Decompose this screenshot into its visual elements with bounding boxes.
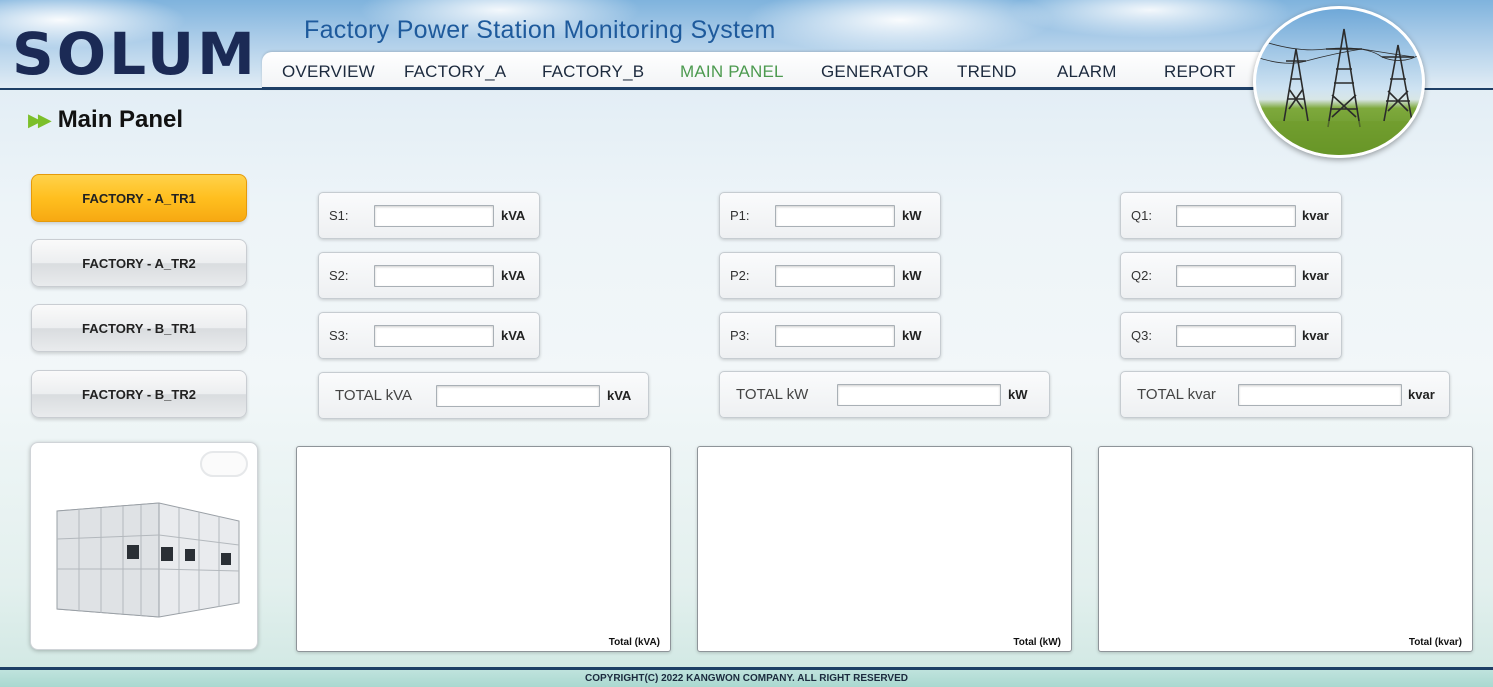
nav-report[interactable]: REPORT [1164, 62, 1236, 82]
s3-box: S3: kVA [318, 312, 540, 359]
s3-label: S3: [329, 328, 349, 343]
total-kw-chart-caption: Total (kW) [1013, 637, 1061, 648]
p1-box: P1: kW [719, 192, 941, 239]
nav-factory-a[interactable]: FACTORY_A [404, 62, 506, 82]
s1-box: S1: kVA [318, 192, 540, 239]
transformer-button-b-tr2[interactable]: FACTORY - B_TR2 [31, 370, 247, 418]
total-kva-field[interactable] [436, 385, 600, 407]
s2-label: S2: [329, 268, 349, 283]
total-kw-label: TOTAL kW [736, 386, 809, 403]
q3-field[interactable] [1176, 325, 1296, 347]
p2-field[interactable] [775, 265, 895, 287]
footer-copyright: COPYRIGHT(C) 2022 KANGWON COMPANY. ALL R… [0, 670, 1493, 687]
p3-unit: kW [902, 328, 922, 343]
power-tower-image [1253, 6, 1425, 158]
total-kvar-field[interactable] [1238, 384, 1402, 406]
s2-box: S2: kVA [318, 252, 540, 299]
switchgear-image-card [30, 442, 258, 650]
p1-field[interactable] [775, 205, 895, 227]
total-kva-box: TOTAL kVA kVA [318, 372, 649, 419]
s1-unit: kVA [501, 208, 526, 223]
total-kw-field[interactable] [837, 384, 1001, 406]
page-title: Main Panel [57, 106, 184, 133]
s1-field[interactable] [374, 205, 494, 227]
p3-field[interactable] [775, 325, 895, 347]
total-kvar-label: TOTAL kvar [1137, 386, 1216, 403]
total-kvar-box: TOTAL kvar kvar [1120, 371, 1450, 418]
transformer-button-a-tr2[interactable]: FACTORY - A_TR2 [31, 239, 247, 287]
nav-generator[interactable]: GENERATOR [821, 62, 929, 82]
p2-box: P2: kW [719, 252, 941, 299]
p3-box: P3: kW [719, 312, 941, 359]
q2-field[interactable] [1176, 265, 1296, 287]
total-kvar-chart-caption: Total (kvar) [1408, 637, 1462, 648]
q2-box: Q2: kvar [1120, 252, 1342, 299]
nav-factory-b[interactable]: FACTORY_B [542, 62, 644, 82]
total-kw-chart: Total (kW) [697, 446, 1072, 652]
p1-unit: kW [902, 208, 922, 223]
p3-label: P3: [730, 328, 750, 343]
nav-trend[interactable]: TREND [957, 62, 1017, 82]
solum-logo: SOLUM [12, 20, 258, 88]
s2-field[interactable] [374, 265, 494, 287]
total-kva-label: TOTAL kVA [335, 387, 412, 404]
q2-unit: kvar [1302, 268, 1329, 283]
app-title: Factory Power Station Monitoring System [304, 16, 776, 44]
nav-overview[interactable]: OVERVIEW [282, 62, 375, 82]
q1-box: Q1: kvar [1120, 192, 1342, 239]
s1-label: S1: [329, 208, 349, 223]
total-kvar-unit: kvar [1408, 387, 1435, 402]
switchgear-cabinet-image [56, 502, 240, 618]
total-kva-chart-caption: Total (kVA) [608, 637, 660, 648]
p1-label: P1: [730, 208, 750, 223]
q2-label: Q2: [1131, 268, 1152, 283]
image-toggle[interactable] [200, 451, 248, 477]
transformer-button-a-tr1[interactable]: FACTORY - A_TR1 [31, 174, 247, 222]
main-navigation: OVERVIEW FACTORY_A FACTORY_B MAIN PANEL … [262, 52, 1272, 90]
q1-field[interactable] [1176, 205, 1296, 227]
nav-main-panel[interactable]: MAIN PANEL [680, 62, 784, 82]
q3-box: Q3: kvar [1120, 312, 1342, 359]
s3-field[interactable] [374, 325, 494, 347]
double-arrow-icon: ▶▶ [28, 109, 52, 130]
q3-label: Q3: [1131, 328, 1152, 343]
p2-label: P2: [730, 268, 750, 283]
s3-unit: kVA [501, 328, 526, 343]
nav-alarm[interactable]: ALARM [1057, 62, 1117, 82]
transformer-button-b-tr1[interactable]: FACTORY - B_TR1 [31, 304, 247, 352]
total-kw-box: TOTAL kW kW [719, 371, 1050, 418]
total-kva-chart: Total (kVA) [296, 446, 671, 652]
q1-unit: kvar [1302, 208, 1329, 223]
page-heading: ▶▶ Main Panel [28, 106, 183, 134]
s2-unit: kVA [501, 268, 526, 283]
q1-label: Q1: [1131, 208, 1152, 223]
total-kva-unit: kVA [607, 388, 632, 403]
total-kvar-chart: Total (kvar) [1098, 446, 1473, 652]
q3-unit: kvar [1302, 328, 1329, 343]
total-kw-unit: kW [1008, 387, 1028, 402]
p2-unit: kW [902, 268, 922, 283]
